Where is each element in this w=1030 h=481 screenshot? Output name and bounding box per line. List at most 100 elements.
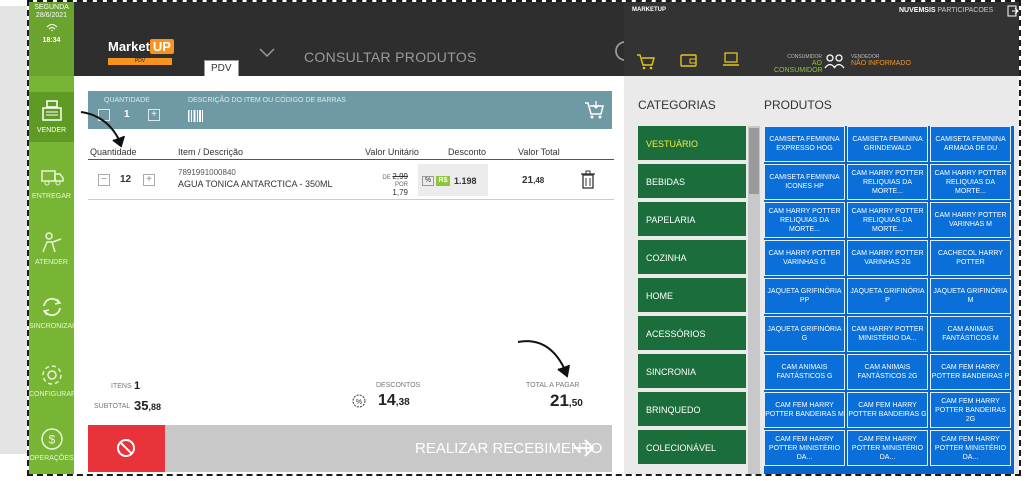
table-row[interactable]: − 12 + 7891991000840 AGUA TONICA ANTARCT… <box>88 160 614 200</box>
register-icon[interactable] <box>722 52 740 68</box>
sidebar-item-operacoes[interactable]: $ OPERAÇÕES <box>29 426 74 462</box>
discount-percent-toggle[interactable]: % <box>422 176 434 186</box>
quantity-label: QUANTIDADE <box>104 97 150 104</box>
product-tile[interactable]: JAQUETA GRIFINÓRIA G <box>764 316 845 352</box>
sidebar-item-label: SINCRONIZAR <box>29 323 78 330</box>
receive-payment-button[interactable]: REALIZAR RECEBIMENTO <box>165 425 612 472</box>
product-tile[interactable]: CAMISETA FEMININA ARMADA DE DU <box>930 126 1011 162</box>
company-label: NUVEMSIS PARTICIPACOES <box>899 7 994 14</box>
sidebar-item-sincronizar[interactable]: SINCRONIZAR <box>29 294 78 330</box>
people-icon <box>824 54 845 69</box>
cash-register-icon <box>41 100 62 121</box>
category-scrollbar[interactable] <box>748 126 760 474</box>
product-tile[interactable]: CAM HARRY POTTER RELIQUIAS DA MORTE... <box>764 202 845 238</box>
category-item[interactable]: ACESSÓRIOS <box>638 316 746 352</box>
clock: 18:34 <box>42 37 61 44</box>
sidebar: SEGUNDA 28/6/2021 18:34 VENDER ENTREGAR … <box>29 2 78 474</box>
category-item[interactable]: SINCRONIA <box>638 354 746 390</box>
annotation-arrow-quantity <box>80 111 125 148</box>
cart-icon[interactable] <box>636 52 656 70</box>
scroll-thumb[interactable] <box>749 128 759 194</box>
product-tile[interactable]: JAQUETA GRIFINÓRIA P <box>847 278 928 314</box>
row-plus-button[interactable]: + <box>143 174 155 186</box>
product-tile[interactable]: CAM FEM HARRY POTTER BANDEIRAS 2G <box>930 392 1011 428</box>
product-tile[interactable]: JAQUETA GRIFINÓRIA M <box>930 278 1011 314</box>
product-tile[interactable]: CAM FEM HARRY POTTER BANDEIRAS P <box>930 354 1011 390</box>
product-tile[interactable]: CAM ANIMAIS FANTÁSTICOS 2G <box>847 354 928 390</box>
product-tile[interactable]: CAM FEM HARRY POTTER BANDEIRAS G <box>847 392 928 428</box>
col-valor-unitario: Valor Unitário <box>365 147 419 157</box>
product-tile[interactable]: CAMISETA FEMININA GRINDEWALD <box>847 126 928 162</box>
sidebar-item-configurar[interactable]: CONFIGURAR <box>29 362 77 398</box>
sidebar-item-entregar[interactable]: ENTREGAR <box>29 164 74 200</box>
cancel-sale-button[interactable] <box>88 425 165 472</box>
sidebar-item-label: CONFIGURAR <box>29 391 77 398</box>
action-bar: REALIZAR RECEBIMENTO <box>88 425 612 472</box>
quantity-plus-button[interactable]: + <box>148 109 160 121</box>
brand-label: MARKETUP <box>632 7 666 13</box>
product-tile[interactable]: CAM HARRY POTTER VARINHAS 2G <box>847 240 928 276</box>
discount-currency-toggle[interactable]: R$ <box>436 176 450 186</box>
seller-selector[interactable]: VENDEDOR NÃO INFORMADO <box>851 54 911 67</box>
product-tile[interactable]: CAMISETA FEMININA EXPRESSO HOG <box>764 126 845 162</box>
catalog-top-bar: MARKETUP NUVEMSIS PARTICIPACOES CONSUMID… <box>624 2 1019 76</box>
cancel-icon <box>117 439 135 457</box>
product-tile[interactable]: CAM HARRY POTTER VARINHAS M <box>930 202 1011 238</box>
row-quantity[interactable]: 12 <box>120 174 131 185</box>
category-list: VESTUÁRIO BEBIDAS PAPELARIA COZINHA HOME… <box>638 126 760 474</box>
category-item[interactable]: BRINQUEDO <box>638 392 746 428</box>
total-value: 21,50 <box>550 391 583 410</box>
date-time-panel: SEGUNDA 28/6/2021 18:34 <box>29 2 74 76</box>
sidebar-item-label: OPERAÇÕES <box>29 455 74 462</box>
logo: Market UP <box>108 39 174 54</box>
wallet-icon[interactable] <box>680 52 698 68</box>
sidebar-item-vender[interactable]: VENDER <box>29 92 74 142</box>
product-tile[interactable]: CAM FEM HARRY POTTER MINISTÉRIO DA... <box>847 430 928 466</box>
consumer-selector[interactable]: CONSUMIDOR AO CONSUMIDOR <box>774 54 823 74</box>
row-price-to: POR 1,79 <box>392 182 408 197</box>
discounts-label: DESCONTOS <box>376 382 421 389</box>
sidebar-item-label: ATENDER <box>35 259 68 266</box>
add-to-cart-icon[interactable] <box>583 99 605 121</box>
product-tile[interactable]: CAM HARRY POTTER RELIQUIAS DA MORTE... <box>930 164 1011 200</box>
product-grid: CAMISETA FEMININA EXPRESSO HOG CAMISETA F… <box>764 126 1014 474</box>
logout-icon[interactable] <box>1007 5 1019 17</box>
barcode-icon <box>188 110 203 122</box>
svg-text:%: % <box>356 399 362 406</box>
delivery-truck-icon <box>40 170 64 186</box>
category-item[interactable]: BEBIDAS <box>638 164 746 200</box>
row-barcode: 7891991000840 <box>178 168 236 177</box>
chevron-down-icon[interactable] <box>258 46 276 58</box>
item-entry-bar: QUANTIDADE 1 + DESCRIÇÃO DO ITEM OU CÓDI… <box>88 91 612 129</box>
item-search-label: DESCRIÇÃO DO ITEM OU CÓDIGO DE BARRAS <box>188 97 346 104</box>
product-tile[interactable]: CAM HARRY POTTER MINISTÉRIO DA... <box>847 316 928 352</box>
product-tile[interactable]: CAM FEM HARRY POTTER MINISTÉRIO DA... <box>930 430 1011 466</box>
items-table-header: Quantidade Item / Descrição Valor Unitár… <box>88 146 614 160</box>
product-tile[interactable]: CACHECOL HARRY POTTER <box>930 240 1011 276</box>
product-tile[interactable]: CAM HARRY POTTER RELIQUIAS DA MORTE... <box>847 164 928 200</box>
product-tile[interactable]: CAM ANIMAIS FANTÁSTICOS M <box>930 316 1011 352</box>
category-item[interactable]: HOME <box>638 278 746 314</box>
items-label: ITENS <box>111 383 132 390</box>
app-window: SEGUNDA 28/6/2021 18:34 VENDER ENTREGAR … <box>27 0 1021 476</box>
category-item[interactable]: VESTUÁRIO <box>638 126 746 162</box>
subtotal-label: SUBTOTAL <box>94 403 131 410</box>
product-tile[interactable]: CAM HARRY POTTER VARINHAS G <box>764 240 845 276</box>
trash-icon[interactable] <box>580 170 596 190</box>
product-tile[interactable]: CAM ANIMAIS FANTÁSTICOS G <box>764 354 845 390</box>
row-minus-button[interactable]: − <box>98 174 110 186</box>
product-tile[interactable]: CAM FEM HARRY POTTER BANDEIRAS M <box>764 392 845 428</box>
category-item[interactable]: COLECIONÁVEL <box>638 430 746 466</box>
product-tile[interactable]: CAM FEM HARRY POTTER MINISTÉRIO DA... <box>764 430 845 466</box>
product-tile[interactable]: CAM HARRY POTTER RELIQUIAS DA MORTE... <box>847 202 928 238</box>
row-discount: % R$ 1.198 <box>418 164 488 196</box>
discount-value[interactable]: 1.198 <box>454 176 477 186</box>
product-tile[interactable]: JAQUETA GRIFINÓRIA PP <box>764 278 845 314</box>
arrow-right-icon <box>574 439 595 457</box>
sidebar-item-atender[interactable]: ATENDER <box>29 230 74 266</box>
product-tile[interactable]: CAMISETA FEMININA ICONES HP <box>764 164 845 200</box>
row-description: AGUA TONICA ANTARCTICA - 350ML <box>178 179 333 189</box>
category-item[interactable]: COZINHA <box>638 240 746 276</box>
category-item[interactable]: PAPELARIA <box>638 202 746 238</box>
discounts-value: 14,38 <box>378 392 410 409</box>
